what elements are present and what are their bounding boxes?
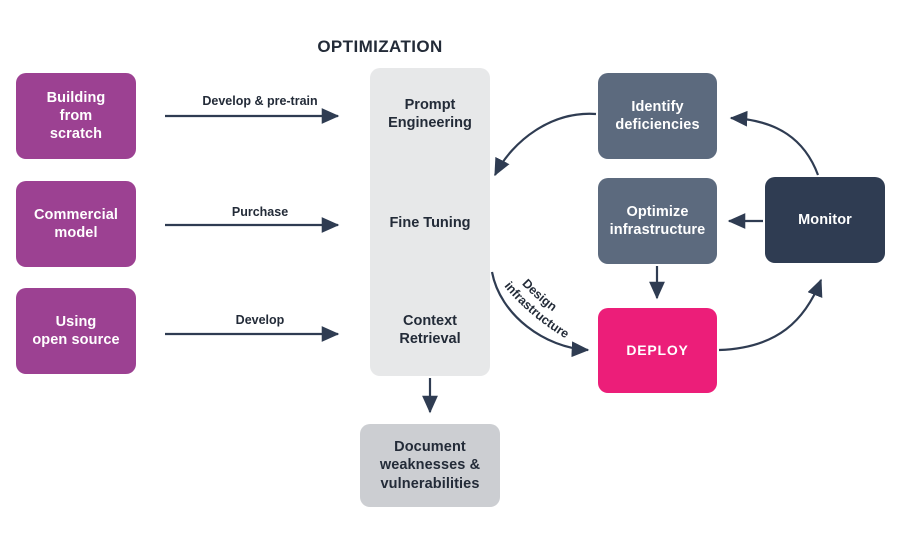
edge-label-develop: Develop [235, 313, 285, 327]
cycle-box-label: Identify deficiencies [615, 98, 700, 133]
source-box-label: Building from scratch [46, 89, 106, 143]
diagram-canvas: OPTIMIZATION Building from scratch Comme… [0, 0, 900, 548]
cycle-box-label: Monitor [798, 211, 852, 228]
edge-label-purchase: Purchase [231, 205, 289, 219]
edge-label-develop-and-pre-train: Develop & pre-train [202, 94, 318, 108]
page-title: OPTIMIZATION [317, 37, 443, 56]
optimization-stage-fine-tuning[interactable]: Fine Tuning [370, 214, 490, 232]
cycle-box-label: DEPLOY [626, 341, 689, 358]
cycle-box-deploy[interactable]: DEPLOY [598, 308, 717, 393]
optimization-stage-prompt-engineering[interactable]: Prompt Engineering [370, 96, 490, 132]
optimization-stage-context-retrieval[interactable]: Context Retrieval [370, 312, 490, 348]
cycle-box-optimize-infrastructure[interactable]: Optimize infrastructure [598, 178, 717, 264]
curved-label-line2: infrastructure [502, 279, 572, 341]
source-box-label: Using open source [32, 313, 120, 348]
arrow-deploy-to-monitor [718, 278, 823, 352]
arrow-identify-to-optimization [494, 112, 597, 177]
cycle-box-identify-deficiencies[interactable]: Identify deficiencies [598, 73, 717, 159]
document-weaknesses-label: Document weaknesses & vulnerabilities [379, 439, 481, 492]
curved-edge-label-design-infrastructure: Design infrastructure [502, 276, 572, 341]
curved-label-line1: Design [519, 276, 559, 314]
cycle-box-label: Optimize infrastructure [609, 203, 706, 238]
cycle-box-monitor[interactable]: Monitor [765, 177, 885, 263]
arrow-optimization-to-deploy [490, 271, 590, 358]
source-box-using-open-source[interactable]: Using open source [16, 288, 136, 374]
arrow-monitor-to-identify [729, 110, 820, 176]
source-box-commercial-model[interactable]: Commercial model [16, 181, 136, 267]
source-box-label: Commercial model [33, 206, 118, 241]
source-box-building-from-scratch[interactable]: Building from scratch [16, 73, 136, 159]
document-weaknesses-box[interactable]: Document weaknesses & vulnerabilities [360, 424, 500, 507]
